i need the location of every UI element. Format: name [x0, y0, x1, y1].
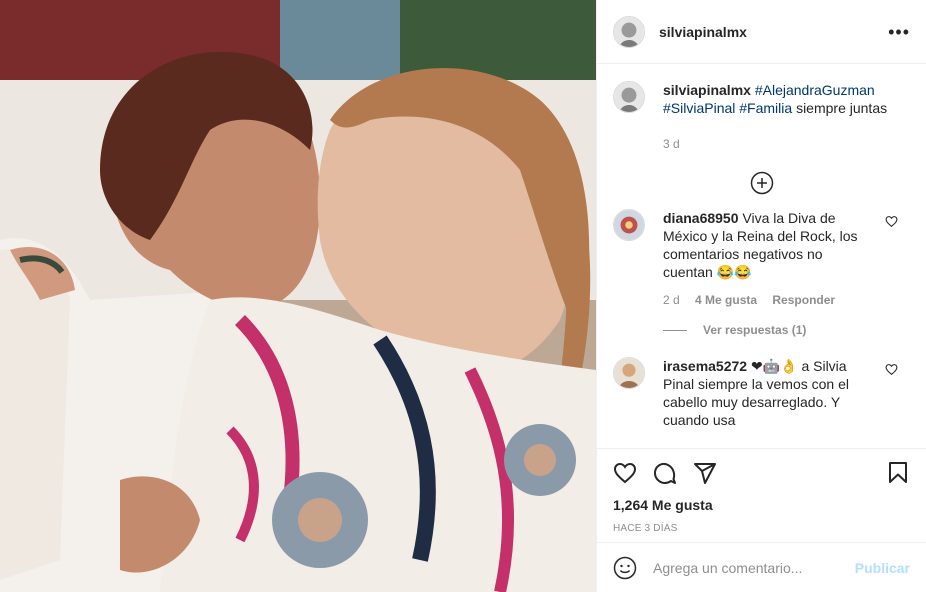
post-header: silviapinalmx •••	[597, 0, 926, 64]
comment-item: irasema5272 ❤🤖👌 a Silvia Pinal siempre l…	[613, 357, 910, 429]
comment-icon[interactable]	[653, 461, 677, 485]
emoji-icon[interactable]	[613, 556, 637, 580]
avatar[interactable]	[613, 15, 645, 48]
reply-button[interactable]: Responder	[772, 293, 835, 307]
share-icon[interactable]	[693, 461, 717, 485]
likes-count[interactable]: 1,264 Me gusta	[613, 497, 910, 513]
post-comment-button[interactable]: Publicar	[855, 560, 910, 576]
avatar[interactable]	[613, 209, 645, 241]
replies-divider	[663, 329, 687, 331]
caption-username[interactable]: silviapinalmx	[663, 82, 751, 98]
more-options-icon[interactable]: •••	[888, 23, 910, 41]
view-replies-label: Ver respuestas (1)	[703, 323, 807, 337]
comment-likes[interactable]: 4 Me gusta	[695, 293, 757, 307]
add-comment-bar: Agrega un comentario... Publicar	[597, 542, 926, 592]
comment-item: diana68950 Viva la Diva de México y la R…	[613, 209, 910, 309]
comment-time[interactable]: 2 d	[663, 293, 680, 307]
bookmark-icon[interactable]	[886, 461, 910, 485]
heart-icon[interactable]	[613, 461, 637, 485]
post-photo[interactable]	[0, 0, 596, 592]
header-username[interactable]: silviapinalmx	[659, 24, 747, 40]
caption-text: siempre juntas	[796, 100, 888, 116]
hashtag-link[interactable]: #Familia	[739, 100, 792, 116]
hashtag-link[interactable]: #AlejandraGuzman	[755, 82, 875, 98]
post-actions: 1,264 Me gusta HACE 3 DÍAS	[597, 448, 926, 534]
comments-section: silviapinalmx #AlejandraGuzman #SilviaPi…	[597, 65, 926, 448]
plus-circle-icon[interactable]	[750, 171, 774, 195]
avatar[interactable]	[613, 357, 645, 389]
post-time[interactable]: HACE 3 DÍAS	[613, 523, 910, 534]
heart-icon[interactable]	[885, 363, 898, 376]
caption: silviapinalmx #AlejandraGuzman #SilviaPi…	[613, 81, 910, 153]
post-side-panel: silviapinalmx ••• silviapinalmx #Alejand…	[596, 0, 926, 592]
caption-time[interactable]: 3 d	[663, 137, 680, 151]
heart-icon[interactable]	[885, 215, 898, 228]
view-replies-button[interactable]: Ver respuestas (1)	[663, 323, 910, 337]
comment-username[interactable]: diana68950	[663, 210, 739, 226]
comment-input[interactable]: Agrega un comentario...	[653, 560, 855, 576]
comment-username[interactable]: irasema5272	[663, 358, 747, 374]
hashtag-link[interactable]: #SilviaPinal	[663, 100, 735, 116]
avatar[interactable]	[613, 81, 645, 113]
